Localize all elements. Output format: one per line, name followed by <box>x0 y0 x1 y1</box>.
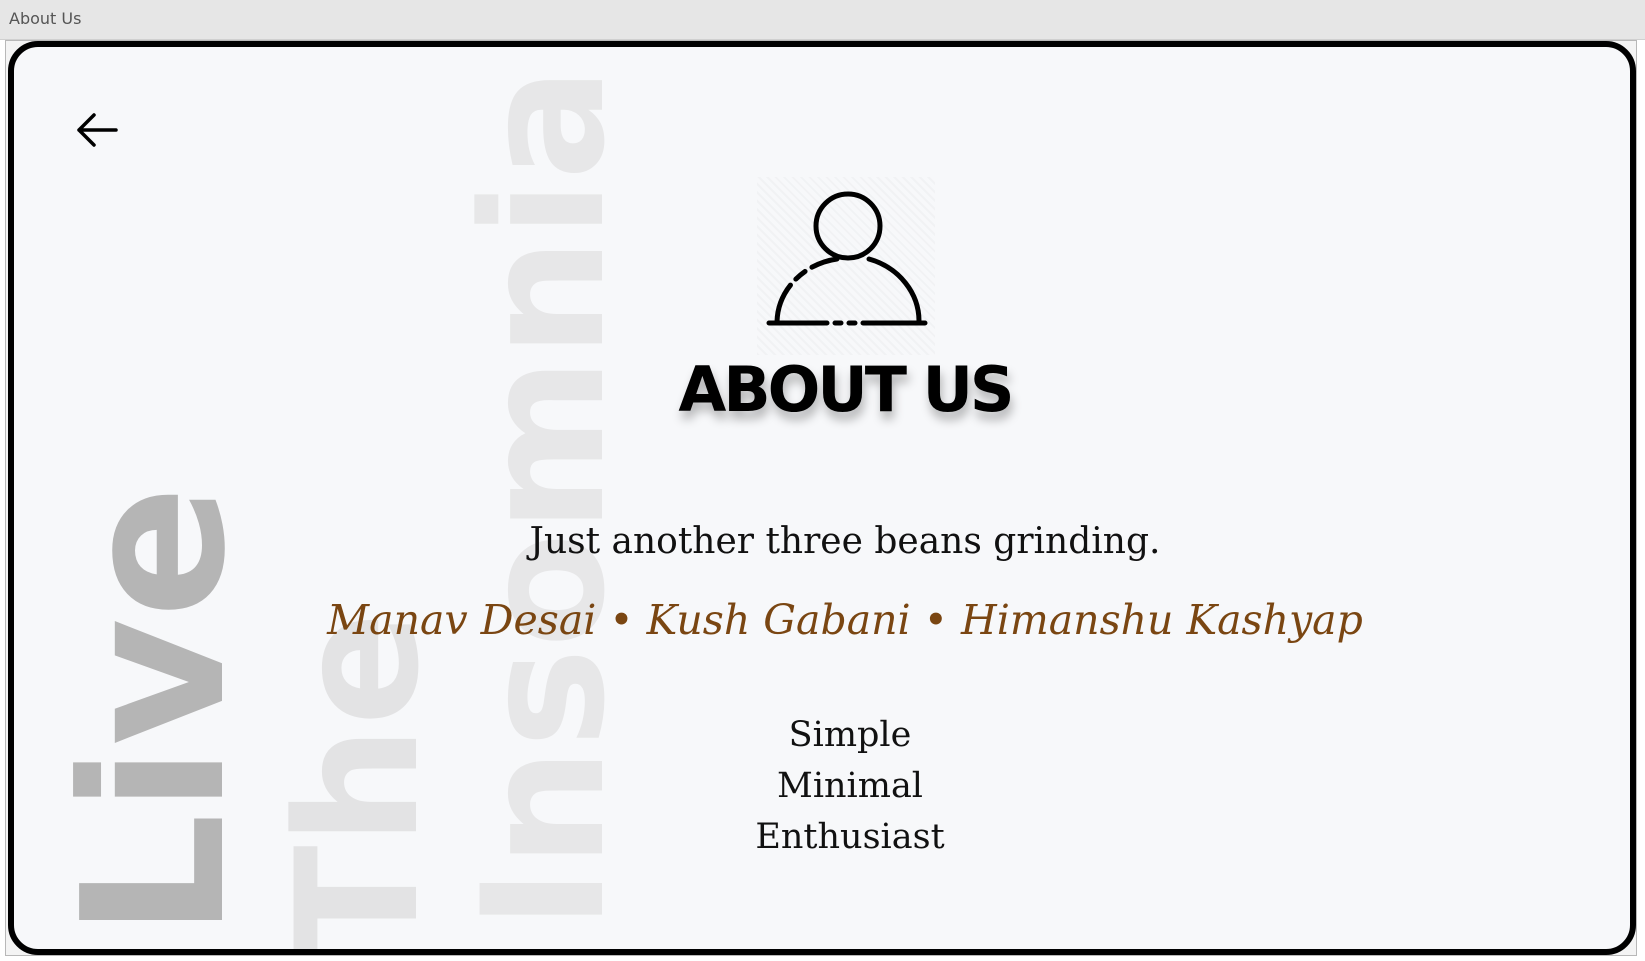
window-titlebar: About Us <box>0 0 1645 40</box>
team-member-name: Kush Gabani <box>646 596 911 644</box>
page-title: ABOUT US <box>678 353 1014 426</box>
back-button[interactable] <box>72 106 120 154</box>
trait-item: Enthusiast <box>755 817 945 857</box>
team-member-name: Manav Desai <box>327 596 597 644</box>
trait-item: Minimal <box>776 766 923 806</box>
team-members: Manav Desai • Kush Gabani • Himanshu Kas… <box>150 590 1540 650</box>
traits-list: Simple Minimal Enthusiast <box>700 710 1000 863</box>
trait-item: Simple <box>788 715 912 755</box>
user-icon <box>766 191 928 326</box>
tagline: Just another three beans grinding. <box>529 521 1161 562</box>
team-separator: • <box>609 596 634 644</box>
avatar <box>757 177 935 355</box>
window-title: About Us <box>9 9 82 28</box>
team-member-name: Himanshu Kashyap <box>960 596 1363 644</box>
team-separator: • <box>923 596 948 644</box>
arrow-left-icon <box>77 113 118 147</box>
